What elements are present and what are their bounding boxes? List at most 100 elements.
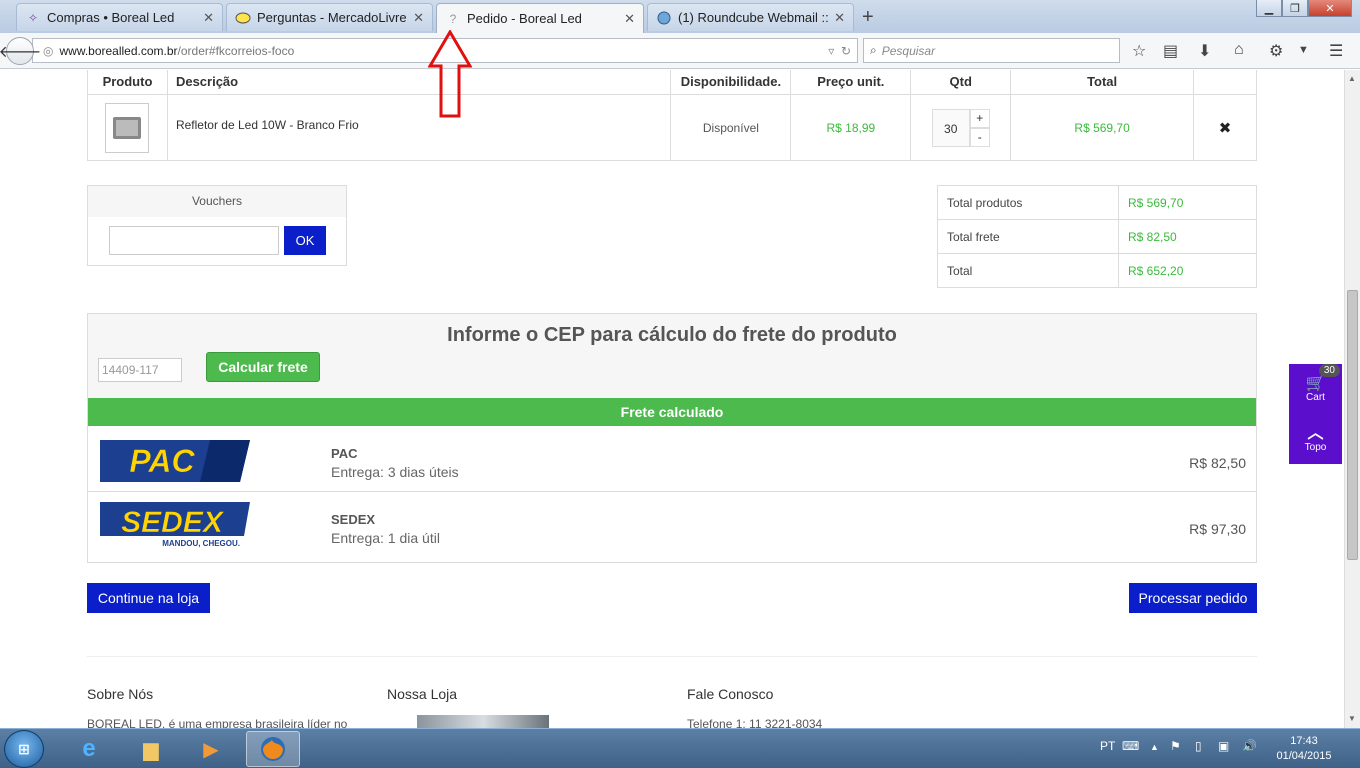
menu-icon[interactable]: ☰ bbox=[1329, 41, 1343, 61]
footer-about-text: BOREAL LED, é uma empresa brasileira líd… bbox=[87, 717, 348, 728]
reload-icon[interactable]: ▿ ↻ bbox=[828, 44, 851, 58]
keyboard-icon[interactable]: ⌨ bbox=[1122, 739, 1139, 753]
cep-input[interactable]: 14409-117 bbox=[98, 358, 182, 382]
new-tab-button[interactable]: + bbox=[862, 6, 874, 29]
quantity-input[interactable]: 30 bbox=[931, 108, 970, 147]
language-indicator[interactable]: PT bbox=[1100, 739, 1115, 753]
qty-increase-button[interactable]: + bbox=[969, 108, 990, 128]
tab-perguntas[interactable]: Perguntas - MercadoLivre ✕ bbox=[226, 3, 433, 31]
remove-item-icon[interactable]: ✖ bbox=[1193, 94, 1257, 161]
product-availability: Disponível bbox=[670, 94, 792, 161]
qty-cell: 30 + - bbox=[910, 94, 1012, 161]
footer-contact-phone: Telefone 1: 11 3221-8034 bbox=[687, 717, 823, 728]
maximize-button[interactable]: ❐ bbox=[1282, 0, 1308, 17]
addon-gear-icon[interactable]: ⚙ bbox=[1269, 41, 1283, 61]
reading-list-icon[interactable]: ▤ bbox=[1163, 41, 1178, 61]
process-order-button[interactable]: Processar pedido bbox=[1129, 583, 1257, 613]
pac-logo: PAC bbox=[100, 440, 250, 482]
show-hidden-icons-icon[interactable]: ▲ bbox=[1150, 742, 1159, 752]
product-thumbnail[interactable] bbox=[105, 102, 150, 153]
voucher-ok-button[interactable]: OK bbox=[284, 226, 326, 255]
scroll-up-icon[interactable]: ▲ bbox=[1348, 74, 1356, 83]
firefox-taskbar-button[interactable] bbox=[246, 731, 300, 767]
totals-value: R$ 569,70 bbox=[1118, 185, 1257, 220]
tab-roundcube[interactable]: (1) Roundcube Webmail :: ... ✕ bbox=[647, 3, 854, 31]
totals-value: R$ 82,50 bbox=[1118, 219, 1257, 254]
top-label: Topo bbox=[1304, 441, 1327, 453]
windows-logo-icon: ⊞ bbox=[18, 740, 30, 757]
voucher-input[interactable] bbox=[109, 226, 279, 255]
ie-taskbar-button[interactable]: e bbox=[62, 731, 116, 767]
boreal-icon: ✧ bbox=[27, 10, 39, 25]
cart-count-badge: 30 bbox=[1318, 364, 1340, 377]
bookmark-star-icon[interactable]: ☆ bbox=[1132, 41, 1146, 61]
explorer-taskbar-button[interactable]: ▆ bbox=[124, 731, 178, 767]
store-photo bbox=[417, 715, 549, 728]
footer-divider bbox=[87, 656, 1257, 657]
totals-label: Total bbox=[937, 253, 1119, 288]
close-icon[interactable]: ✕ bbox=[834, 10, 845, 26]
globe-icon: ◎ bbox=[43, 43, 54, 58]
footer-store-title: Nossa Loja bbox=[387, 686, 458, 702]
calculate-shipping-button[interactable]: Calcular frete bbox=[206, 352, 320, 382]
shipping-name: SEDEX bbox=[331, 512, 376, 527]
totals-row: Total frete R$ 82,50 bbox=[937, 219, 1257, 254]
scroll-down-icon[interactable]: ▼ bbox=[1348, 714, 1356, 723]
window-close-button[interactable]: ✕ bbox=[1308, 0, 1352, 17]
vouchers-title: Vouchers bbox=[88, 186, 346, 217]
sedex-tagline: MANDOU, CHEGOU. bbox=[162, 539, 240, 548]
col-qtd: Qtd bbox=[910, 70, 1012, 95]
continue-shopping-button[interactable]: Continue na loja bbox=[87, 583, 210, 613]
chevron-down-icon[interactable]: ▼ bbox=[1298, 44, 1309, 56]
totals-table: Total produtos R$ 569,70 Total frete R$ … bbox=[937, 185, 1257, 288]
sedex-logo: SEDEX MANDOU, CHEGOU. bbox=[100, 502, 250, 548]
minimize-button[interactable]: ▁ bbox=[1256, 0, 1282, 17]
volume-icon[interactable]: 🔊 bbox=[1242, 739, 1257, 753]
close-icon[interactable]: ✕ bbox=[624, 11, 635, 27]
mercadolivre-icon bbox=[235, 10, 251, 26]
shipping-option-pac[interactable]: PAC PAC Entrega: 3 dias úteis R$ 82,50 bbox=[88, 426, 1256, 492]
network-icon[interactable]: ▣ bbox=[1218, 739, 1229, 753]
shipping-option-sedex[interactable]: SEDEX MANDOU, CHEGOU. SEDEX Entrega: 1 d… bbox=[88, 492, 1256, 558]
back-arrow-icon: 🡐 bbox=[0, 43, 42, 61]
media-player-taskbar-button[interactable]: ▶ bbox=[184, 731, 238, 767]
search-icon: ⌕ bbox=[870, 43, 877, 57]
totals-row: Total produtos R$ 569,70 bbox=[937, 185, 1257, 220]
home-icon[interactable]: ⌂ bbox=[1234, 41, 1244, 59]
shipping-eta: Entrega: 3 dias úteis bbox=[331, 464, 459, 480]
totals-value: R$ 652,20 bbox=[1118, 253, 1257, 288]
table-row: Refletor de Led 10W - Branco Frio Dispon… bbox=[87, 94, 1257, 161]
cart-header-row: Produto Descrição Disponibilidade. Preço… bbox=[87, 70, 1257, 95]
back-button[interactable]: 🡐 bbox=[0, 37, 41, 65]
internet-explorer-icon: e bbox=[82, 735, 96, 762]
search-input[interactable]: ⌕ Pesquisar bbox=[863, 38, 1120, 63]
tab-label: Perguntas - MercadoLivre bbox=[257, 10, 407, 25]
col-disponibilidade: Disponibilidade. bbox=[670, 70, 792, 95]
qty-decrease-button[interactable]: - bbox=[969, 127, 990, 147]
unknown-page-icon: ? bbox=[449, 11, 457, 26]
tab-pedido[interactable]: ? Pedido - Boreal Led ✕ bbox=[436, 3, 644, 33]
download-icon[interactable]: ⬇ bbox=[1198, 41, 1211, 61]
vouchers-box: Vouchers OK bbox=[87, 185, 347, 266]
tab-label: (1) Roundcube Webmail :: ... bbox=[678, 10, 829, 25]
back-to-top-button[interactable]: ︿ Topo bbox=[1289, 414, 1342, 464]
scrollbar-thumb[interactable] bbox=[1347, 290, 1358, 560]
col-produto: Produto bbox=[87, 70, 168, 95]
action-center-icon[interactable]: ⚑ bbox=[1170, 739, 1181, 753]
page-scrollbar[interactable]: ▲ ▼ bbox=[1344, 70, 1360, 728]
folder-icon: ▆ bbox=[143, 738, 159, 761]
device-icon[interactable]: ▯ bbox=[1195, 739, 1202, 753]
side-widget: 30 🛒 Cart ︿ Topo bbox=[1289, 364, 1342, 464]
nav-bar: ◎ www.borealled.com.br /order#fkcorreios… bbox=[0, 33, 1360, 69]
system-clock[interactable]: 17:43 01/04/2015 bbox=[1272, 734, 1336, 764]
close-icon[interactable]: ✕ bbox=[413, 10, 424, 26]
totals-label: Total produtos bbox=[937, 185, 1119, 220]
page-content: Produto Descrição Disponibilidade. Preço… bbox=[0, 70, 1344, 728]
close-icon[interactable]: ✕ bbox=[203, 10, 214, 26]
start-button[interactable]: ⊞ bbox=[4, 730, 44, 768]
shipping-price: R$ 82,50 bbox=[1189, 455, 1246, 471]
col-remove bbox=[1193, 70, 1257, 95]
col-total: Total bbox=[1010, 70, 1195, 95]
product-description: Refletor de Led 10W - Branco Frio bbox=[166, 94, 672, 161]
tab-compras[interactable]: ✧ Compras • Boreal Led ✕ bbox=[16, 3, 223, 31]
